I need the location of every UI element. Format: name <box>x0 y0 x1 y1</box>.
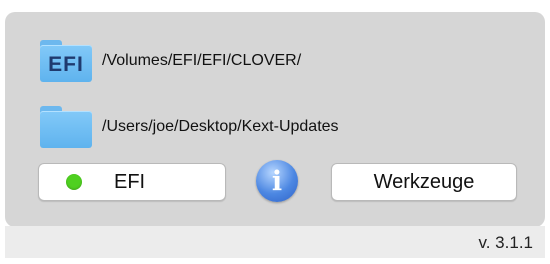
efi-folder-icon[interactable]: EFI <box>40 40 92 82</box>
tools-button-label: Werkzeuge <box>373 170 475 193</box>
kext-path-label: /Users/joe/Desktop/Kext-Updates <box>102 118 339 135</box>
efi-folder-icon-label: EFI <box>48 53 84 76</box>
efi-button-label: EFI <box>114 170 146 193</box>
folder-icon[interactable] <box>40 106 92 148</box>
version-label: v. 3.1.1 <box>478 233 534 252</box>
tools-button[interactable]: Werkzeuge <box>331 163 517 201</box>
efi-path-row[interactable]: EFI /Volumes/EFI/EFI/CLOVER/ <box>40 40 301 82</box>
efi-path-label: /Volumes/EFI/EFI/CLOVER/ <box>102 52 302 69</box>
status-bar: v. 3.1.1 <box>5 226 545 258</box>
efi-button[interactable]: EFI <box>38 163 226 201</box>
folder-body <box>40 111 92 148</box>
info-icon[interactable]: i <box>256 160 298 202</box>
kext-path-row[interactable]: /Users/joe/Desktop/Kext-Updates <box>40 106 339 148</box>
status-dot-icon <box>66 174 82 190</box>
info-glyph: i <box>271 165 283 197</box>
